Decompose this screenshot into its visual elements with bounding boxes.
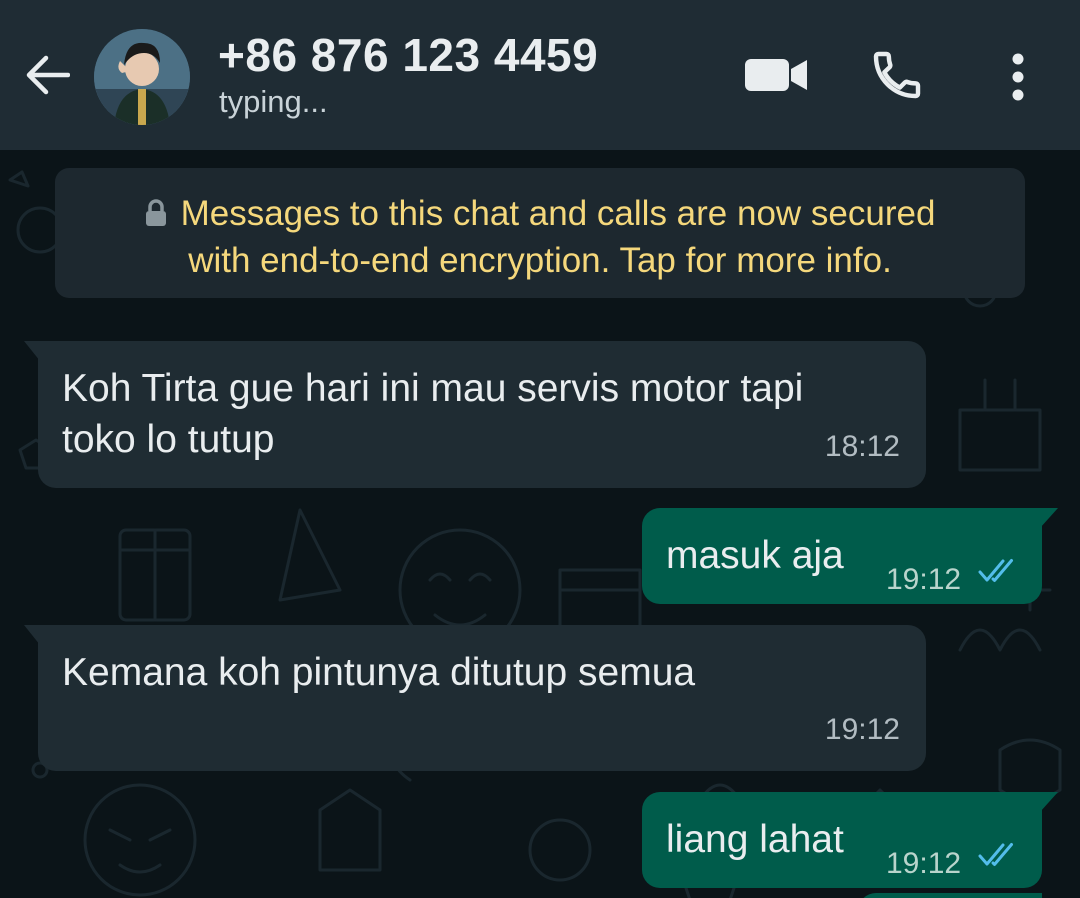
more-options-button[interactable]: [996, 44, 1040, 110]
voice-call-button[interactable]: [864, 42, 930, 108]
message-text: Kemana koh pintunya ditutup semua: [62, 651, 696, 694]
notice-text-line-1: Messages to this chat and calls are now …: [180, 194, 936, 233]
message-text-line: toko lo tutup: [62, 418, 275, 461]
arrow-left-icon: [26, 55, 70, 95]
message-text: masuk aja: [666, 534, 844, 577]
bubble-tail: [1040, 792, 1058, 812]
message-bubble-outgoing[interactable]: liang lahat 19:12: [642, 792, 1058, 888]
double-check-read-icon: [978, 843, 1013, 866]
back-button[interactable]: [18, 46, 76, 104]
message-time: 19:12: [824, 713, 900, 746]
message-text: liang lahat: [666, 818, 844, 861]
message-bubble-incoming[interactable]: Kemana koh pintunya ditutup semua 19:12: [24, 625, 926, 771]
message-bubble-outgoing-partial[interactable]: [858, 893, 1042, 898]
contact-name[interactable]: +86 876 123 4459: [218, 28, 598, 82]
avatar-image: [94, 29, 190, 125]
bubble-tail: [1040, 508, 1058, 528]
message-time: 18:12: [824, 430, 900, 463]
message-time: 19:12: [886, 563, 962, 596]
encryption-notice[interactable]: Messages to this chat and calls are now …: [55, 168, 1025, 298]
contact-status: typing...: [219, 84, 328, 119]
message-text: Koh Tirta gue hari ini mau servis motor …: [62, 363, 803, 465]
avatar[interactable]: [94, 29, 190, 125]
message-bubble-outgoing[interactable]: masuk aja 19:12: [642, 508, 1058, 604]
message-time: 19:12: [886, 847, 962, 880]
notice-line-1: Messages to this chat and calls are now …: [55, 191, 1025, 238]
chat-header: +86 876 123 4459 typing...: [0, 0, 1080, 150]
chat-screen: +86 876 123 4459 typing... Messages to t…: [0, 0, 1080, 898]
video-camera-icon: [745, 59, 807, 91]
message-bubble-incoming[interactable]: Koh Tirta gue hari ini mau servis motor …: [24, 341, 926, 488]
message-text-line: Koh Tirta gue hari ini mau servis motor …: [62, 367, 804, 410]
more-vertical-icon: [1012, 53, 1024, 101]
bubble-tail: [24, 625, 40, 645]
lock-icon: [145, 193, 167, 238]
notice-text-line-2: with end-to-end encryption. Tap for more…: [188, 241, 892, 280]
bubble-tail: [24, 341, 40, 361]
double-check-read-icon: [978, 559, 1013, 582]
video-call-button[interactable]: [738, 46, 814, 104]
phone-icon: [873, 51, 921, 99]
